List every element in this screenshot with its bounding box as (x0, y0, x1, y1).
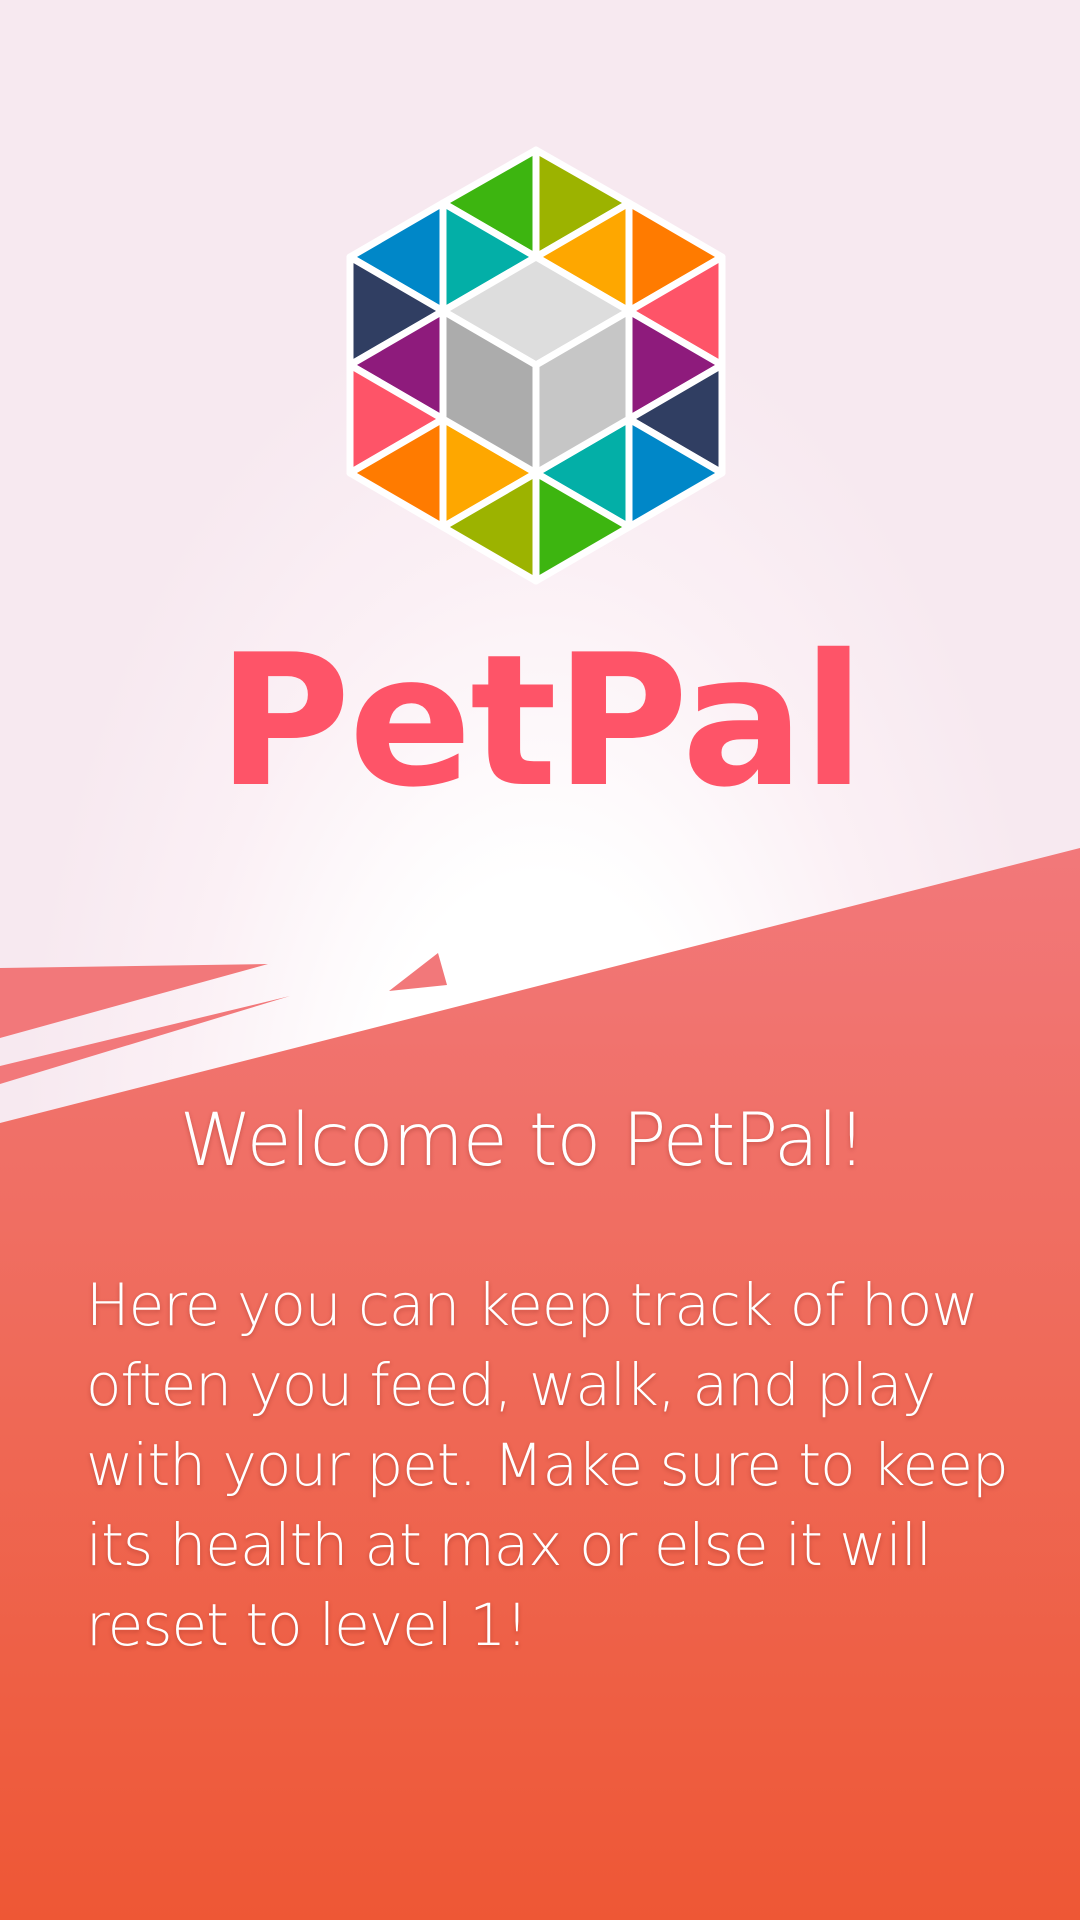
panel-stripe-decoration (0, 964, 268, 1038)
welcome-screen: PetPal Welcome to PetPal! Here you can k… (0, 0, 1080, 1920)
intro-description: Here you can keep track of how often you… (86, 1271, 1009, 1659)
welcome-heading: Welcome to PetPal! (179, 1098, 867, 1183)
panel-stripe-decoration (389, 953, 447, 991)
